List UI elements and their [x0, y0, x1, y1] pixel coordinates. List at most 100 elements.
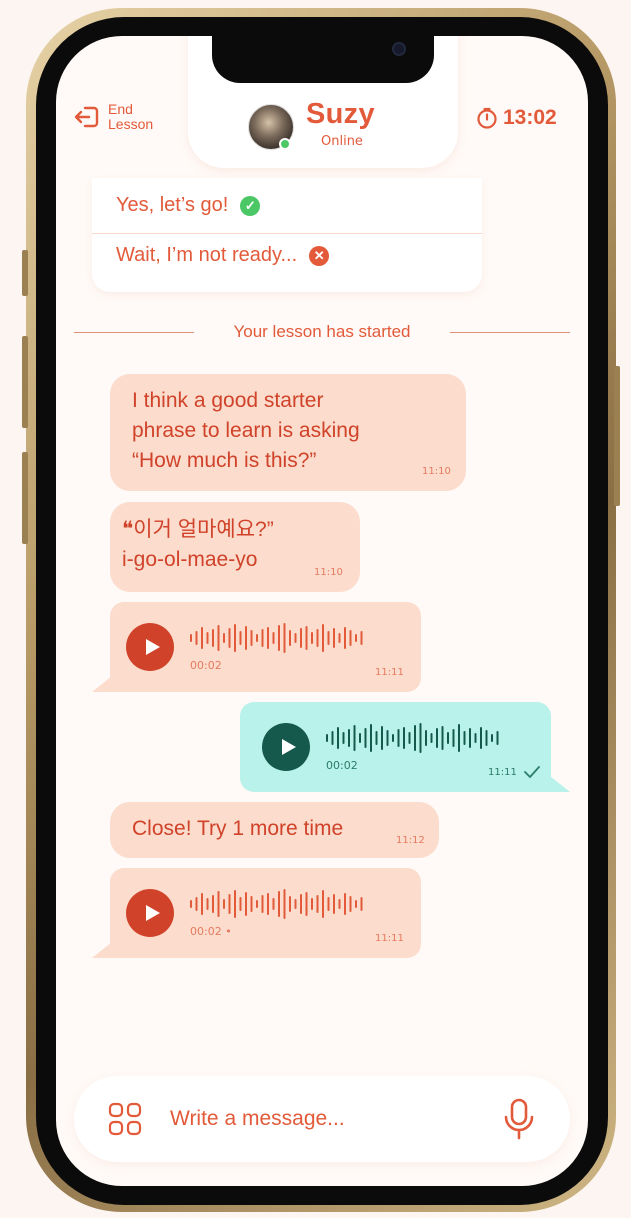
waveform-bar: [278, 625, 280, 651]
message-time: 11:10: [422, 466, 451, 477]
divider: [92, 233, 482, 234]
waveform-bar: [311, 632, 313, 644]
waveform-bar: [355, 900, 357, 908]
waveform-bar: [201, 627, 203, 649]
voice-message[interactable]: 00:02 11:11: [240, 702, 551, 792]
waveform-bar: [353, 725, 356, 751]
play-icon: [281, 739, 296, 755]
message-line: ❝이거 얼마예요?”: [122, 518, 274, 541]
end-lesson-button[interactable]: End Lesson: [72, 102, 153, 132]
waveform-bar: [441, 726, 444, 750]
waveform-bar: [217, 891, 220, 917]
check-circle-icon: ✓: [240, 195, 261, 216]
microphone-icon[interactable]: [502, 1098, 536, 1140]
waveform-bar: [305, 626, 308, 650]
play-button[interactable]: [126, 889, 174, 937]
waveform-bar: [349, 896, 352, 912]
waveform-bar: [228, 628, 231, 648]
voice-duration: 00:02 •: [190, 925, 232, 938]
end-lesson-label: End Lesson: [108, 102, 153, 132]
waveform-bar: [245, 892, 247, 916]
side-button: [614, 366, 620, 506]
play-button[interactable]: [126, 623, 174, 671]
waveform-bar: [436, 728, 438, 748]
waveform-bar: [414, 725, 416, 751]
play-icon: [145, 905, 160, 921]
online-indicator: [279, 138, 291, 150]
waveform-bar: [190, 900, 192, 908]
side-button: [22, 452, 28, 544]
voice-duration: 00:02: [326, 759, 358, 772]
waveform-bar: [206, 632, 209, 644]
waveform-bar: [452, 729, 455, 747]
waveform-bar: [283, 623, 286, 653]
waveform-bar: [212, 895, 214, 913]
waveform-bar: [480, 727, 482, 749]
option-not-ready[interactable]: Wait, I’m not ready... ✕: [116, 244, 330, 267]
waveform-bar: [195, 631, 198, 645]
bubble-tail: [550, 776, 570, 792]
waveform-bar: [223, 633, 225, 643]
waveform-bar: [360, 631, 363, 645]
waveform-bar: [403, 727, 405, 749]
apps-grid-icon[interactable]: [108, 1102, 142, 1136]
waveform-bar: [338, 899, 341, 909]
waveform-bar: [370, 724, 372, 752]
message-bubble[interactable]: ❝이거 얼마예요?” i-go-ol-mae-yo 11:10: [110, 502, 360, 592]
waveform: [326, 723, 499, 753]
end-label-line-2: Lesson: [108, 116, 154, 132]
option-not-ready-label: Wait, I’m not ready...: [116, 244, 298, 266]
waveform-bar: [256, 900, 258, 908]
waveform-bar: [327, 631, 330, 645]
waveform-bar: [289, 630, 291, 646]
message-text: I think a good starter phrase to learn i…: [132, 386, 360, 476]
message-line: phrase to learn is asking: [132, 419, 360, 442]
waveform-bar: [206, 898, 209, 910]
waveform-bar: [360, 897, 363, 911]
waveform-bar: [283, 889, 286, 919]
notch: [212, 36, 434, 83]
waveform-bar: [348, 729, 350, 747]
message-line: “How much is this?”: [132, 449, 317, 472]
waveform-bar: [355, 634, 357, 642]
waveform-bar: [190, 634, 192, 642]
divider: [450, 332, 570, 333]
voice-message[interactable]: 00:02 • 11:11: [110, 868, 421, 958]
waveform-bar: [386, 730, 389, 746]
waveform-bar: [261, 629, 264, 647]
waveform-bar: [485, 730, 488, 746]
waveform-bar: [342, 732, 345, 744]
contact-status: Online: [321, 134, 363, 149]
waveform-bar: [223, 899, 225, 909]
waveform-bar: [344, 893, 346, 915]
message-bubble[interactable]: Close! Try 1 more time 11:12: [110, 802, 439, 858]
voice-message[interactable]: 00:02 11:11: [110, 602, 421, 692]
message-time: 11:10: [314, 567, 343, 578]
waveform-bar: [337, 727, 339, 749]
message-line: i-go-ol-mae-yo: [122, 548, 258, 571]
waveform-bar: [278, 891, 280, 917]
waveform-bar: [419, 723, 422, 753]
message-time: 11:11: [375, 933, 404, 944]
waveform-bar: [311, 898, 313, 910]
waveform-bar: [300, 894, 302, 914]
play-icon: [145, 639, 160, 655]
message-input[interactable]: [170, 1104, 470, 1134]
exit-icon: [74, 106, 99, 128]
waveform-bar: [326, 734, 328, 742]
waveform-bar: [359, 733, 361, 743]
waveform-bar: [381, 726, 383, 750]
waveform-bar: [228, 894, 231, 914]
message-bubble[interactable]: I think a good starter phrase to learn i…: [110, 374, 466, 491]
play-button[interactable]: [262, 723, 310, 771]
side-button: [22, 336, 28, 428]
waveform-bar: [469, 728, 471, 748]
waveform-bar: [333, 894, 335, 914]
waveform-bar: [333, 628, 335, 648]
options-card: Yes, let’s go! ✓ Wait, I’m not ready... …: [92, 178, 482, 292]
waveform-bar: [300, 628, 302, 648]
waveform-bar: [474, 733, 477, 743]
waveform-bar: [447, 732, 449, 744]
option-yes[interactable]: Yes, let’s go! ✓: [116, 194, 261, 217]
waveform-bar: [425, 730, 427, 746]
